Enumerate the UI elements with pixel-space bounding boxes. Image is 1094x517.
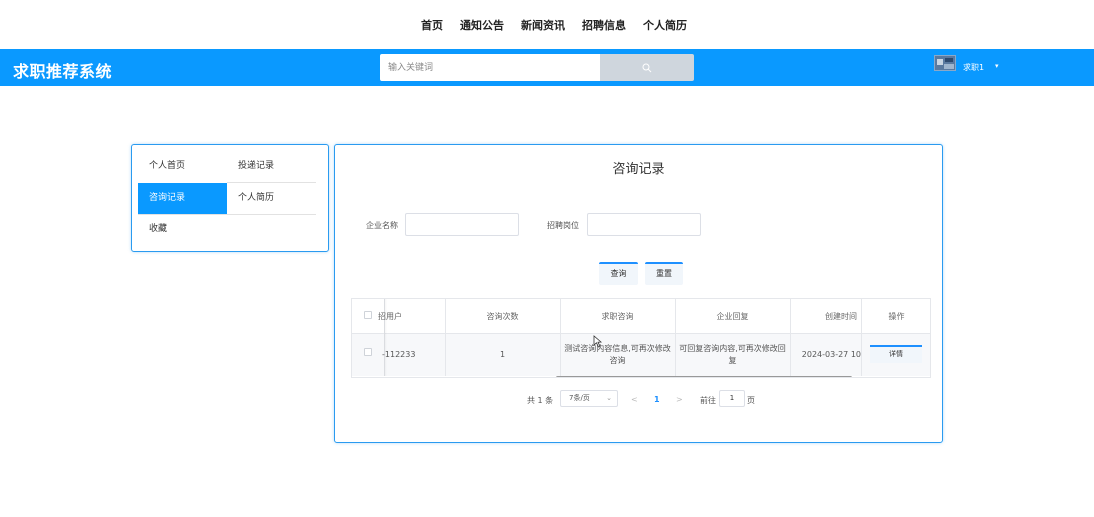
position-label: 招聘岗位 (547, 221, 579, 230)
company-label: 企业名称 (366, 221, 398, 230)
consultation-panel: 咨询记录 企业名称 招聘岗位 查询 重置 招用户 咨询次数 求职咨询 企业回复 … (334, 144, 943, 443)
reset-button[interactable]: 重置 (645, 262, 683, 285)
site-title[interactable]: 求职推荐系统 (13, 58, 112, 82)
pagination-total: 共 1 条 (527, 396, 554, 405)
search-button[interactable] (600, 54, 694, 81)
mouse-cursor-icon (593, 335, 602, 348)
chevron-down-icon: ⌄ (606, 394, 612, 402)
nav-news[interactable]: 新闻资讯 (521, 17, 565, 33)
page-size-select[interactable]: 7条/页 ⌄ (560, 390, 618, 407)
column-header-actions: 操作 (888, 312, 905, 321)
page-title: 咨询记录 (612, 162, 665, 177)
cell-reply: 可回复咨询内容,可再次修改回复 (679, 344, 786, 365)
nav-jobs[interactable]: 招聘信息 (582, 17, 626, 33)
goto-page-input[interactable]: 1 (719, 390, 745, 407)
column-header-question: 求职咨询 (601, 312, 634, 321)
page-suffix: 页 (747, 396, 755, 405)
search-input[interactable] (380, 54, 601, 81)
side-menu: 个人首页 投递记录 咨询记录 个人简历 收藏 (131, 144, 329, 252)
menu-item-consultations[interactable]: 咨询记录 (138, 183, 227, 214)
row-checkbox[interactable] (364, 348, 372, 356)
next-page-icon[interactable]: > (676, 395, 683, 404)
consultation-table: 招用户 咨询次数 求职咨询 企业回复 创建时间 操作 -112233 1 测试咨… (351, 298, 931, 378)
column-header-reply: 企业回复 (716, 312, 749, 321)
page-size-value: 7条/页 (569, 394, 590, 402)
column-header-user: 招用户 (378, 312, 402, 321)
cell-question: 测试咨询内容信息,可再次修改咨询 (564, 344, 671, 365)
goto-label: 前往 (700, 396, 716, 405)
cell-created: 2024-03-27 10 (801, 350, 861, 359)
query-button[interactable]: 查询 (599, 262, 638, 285)
select-all-checkbox[interactable] (364, 311, 372, 319)
detail-button[interactable]: 详情 (870, 345, 922, 363)
header-bar: 求职推荐系统 求职1 ▾ (0, 49, 1094, 86)
cell-count: 1 (499, 350, 506, 359)
position-input[interactable] (587, 213, 701, 236)
nav-notices[interactable]: 通知公告 (460, 17, 504, 33)
user-avatar[interactable] (934, 55, 956, 71)
nav-home[interactable]: 首页 (421, 17, 443, 33)
prev-page-icon[interactable]: < (631, 395, 638, 404)
chevron-down-icon[interactable]: ▾ (995, 62, 999, 70)
column-header-created: 创建时间 (825, 312, 857, 321)
cell-user: -112233 (382, 350, 416, 359)
search-icon (642, 63, 652, 73)
top-navigation: 首页 通知公告 新闻资讯 招聘信息 个人简历 (0, 0, 1094, 49)
column-header-count: 咨询次数 (486, 312, 519, 321)
page-number-current[interactable]: 1 (654, 395, 660, 404)
horizontal-scrollbar[interactable] (556, 376, 852, 377)
user-name[interactable]: 求职1 (963, 62, 984, 73)
menu-item-home[interactable]: 个人首页 (138, 151, 227, 182)
nav-resume[interactable]: 个人简历 (643, 17, 687, 33)
menu-item-applications[interactable]: 投递记录 (227, 151, 316, 182)
menu-item-resume[interactable]: 个人简历 (227, 183, 316, 214)
company-input[interactable] (405, 213, 519, 236)
menu-item-favorites[interactable]: 收藏 (138, 214, 227, 245)
